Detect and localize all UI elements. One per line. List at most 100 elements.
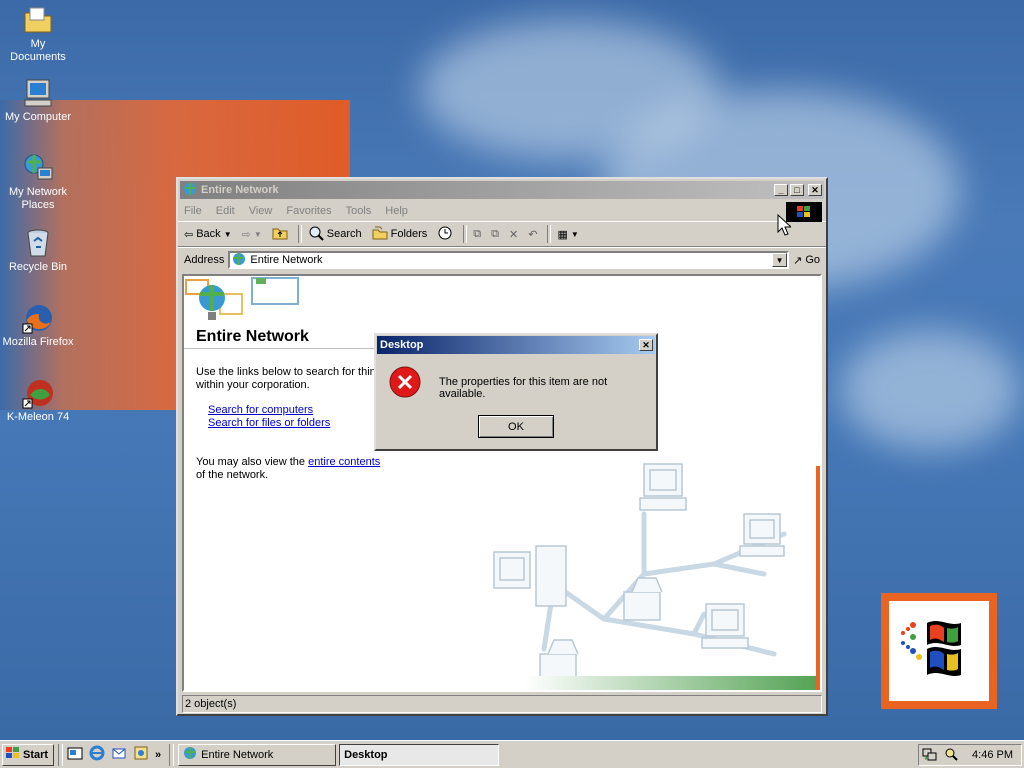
maximize-icon: □ — [794, 184, 800, 195]
back-button[interactable]: ⇦ Back ▼ — [184, 228, 232, 241]
menu-view[interactable]: View — [249, 205, 273, 217]
ok-label: OK — [508, 420, 524, 433]
address-bar: Address Entire Network ▼ ↗ Go — [178, 247, 826, 272]
up-folder-button[interactable] — [272, 226, 288, 243]
views-button[interactable]: ▦ ▼ — [557, 228, 578, 241]
globe-icon — [183, 746, 197, 763]
desktop-icon-my-computer[interactable]: My Computer — [0, 77, 76, 124]
error-icon — [389, 366, 421, 398]
search-computers-link[interactable]: Search for computers — [208, 404, 313, 416]
throbber-windows-logo — [786, 202, 822, 222]
error-dialog[interactable]: Desktop ✕ The properties for this item a… — [374, 333, 658, 451]
entire-contents-link[interactable]: entire contents — [308, 456, 380, 468]
address-input[interactable]: Entire Network ▼ — [228, 251, 790, 269]
view-contents-text: You may also view the entire contents of… — [196, 456, 380, 482]
desktop-icon-recycle-bin[interactable]: Recycle Bin — [0, 227, 76, 274]
chevron-down-icon: ▼ — [570, 229, 579, 239]
up-folder-icon — [272, 226, 288, 243]
chevron-down-icon[interactable]: ▼ — [254, 230, 262, 239]
window-title: Entire Network — [201, 184, 279, 196]
k-meleon-icon — [22, 377, 54, 409]
intro-line-2: within your corporation. — [196, 379, 310, 391]
go-arrow-icon: ↗ — [793, 254, 803, 267]
search-button[interactable]: Search — [308, 225, 362, 244]
system-tray: 4:46 PM — [918, 744, 1022, 766]
quicklaunch-more-icon[interactable]: » — [155, 749, 161, 761]
dialog-message: The properties for this item are not ava… — [439, 376, 608, 400]
menu-bar: File Edit View Favorites Tools Help — [178, 201, 826, 222]
start-button[interactable]: Start — [2, 743, 54, 766]
desktop-icon-my-network-places[interactable]: My Network Places — [0, 152, 76, 212]
taskbar-separator — [169, 743, 175, 766]
desktop-icon-my-documents[interactable]: My Documents — [0, 4, 76, 64]
ok-button[interactable]: OK — [478, 415, 554, 438]
views-grid-icon: ▦ — [557, 228, 568, 241]
search-icon — [308, 225, 324, 244]
taskbar: Start » Entire Network Desktop 4:46 PM — [0, 740, 1024, 768]
desktop-icon-mozilla-firefox[interactable]: Mozilla Firefox — [0, 302, 76, 349]
computer-icon — [22, 77, 54, 109]
desktop-icon-k-meleon[interactable]: K-Meleon 74 — [0, 377, 76, 424]
firefox-icon — [22, 302, 54, 334]
view-suffix: of the network. — [196, 469, 269, 481]
back-arrow-icon: ⇦ — [184, 228, 194, 241]
intro-line-1: Use the links below to search for thing — [196, 366, 382, 378]
move-to-icon: ⧉ — [473, 227, 482, 240]
minimize-button[interactable]: _ — [774, 184, 788, 196]
menu-tools[interactable]: Tools — [346, 205, 372, 217]
menu-favorites[interactable]: Favorites — [286, 205, 331, 217]
address-label: Address — [184, 254, 225, 266]
copy-to-button[interactable]: ⧉ — [491, 228, 499, 241]
standard-toolbar: ⇦ Back ▼ ⇨ ▼ Search Folders ⧉ ⧉ ✕ ↶ ▦ ▼ — [178, 221, 826, 247]
task-desktop[interactable]: Desktop — [339, 743, 500, 766]
go-label: Go — [805, 254, 820, 266]
delete-icon: ✕ — [509, 228, 519, 241]
close-icon: ✕ — [642, 339, 650, 350]
minimize-icon: _ — [778, 184, 784, 195]
dialog-titlebar[interactable]: Desktop ✕ — [377, 336, 655, 354]
status-text: 2 object(s) — [185, 698, 237, 710]
go-button[interactable]: ↗ Go — [793, 254, 820, 267]
dialog-title: Desktop — [380, 339, 424, 351]
start-label: Start — [23, 748, 49, 761]
right-edge-accent — [816, 466, 820, 690]
show-desktop-icon[interactable] — [67, 745, 83, 764]
task-entire-network[interactable]: Entire Network — [178, 743, 337, 766]
media-player-icon[interactable] — [133, 745, 149, 764]
menu-file[interactable]: File — [184, 205, 202, 217]
move-to-button[interactable]: ⧉ — [473, 228, 481, 241]
outlook-express-icon[interactable] — [111, 745, 127, 764]
search-label: Search — [326, 228, 362, 240]
globe-icon — [232, 252, 246, 269]
forward-button[interactable]: ⇨ ▼ — [242, 228, 262, 241]
search-tray-icon[interactable] — [944, 747, 958, 764]
internet-explorer-icon[interactable] — [89, 745, 105, 764]
network-illustration — [493, 463, 820, 690]
chevron-down-icon[interactable]: ▼ — [224, 230, 232, 239]
menu-help[interactable]: Help — [385, 205, 408, 217]
undo-button[interactable]: ↶ — [528, 228, 537, 241]
explorer-titlebar[interactable]: Entire Network _ □ ✕ — [180, 181, 824, 199]
content-heading: Entire Network — [196, 328, 309, 345]
address-dropdown-button[interactable]: ▼ — [772, 253, 788, 267]
folder-documents-icon — [22, 4, 54, 36]
maximize-button[interactable]: □ — [790, 184, 804, 196]
history-button[interactable] — [437, 225, 453, 244]
search-links: Search for computers Search for files or… — [208, 404, 330, 430]
search-files-link[interactable]: Search for files or folders — [208, 417, 330, 429]
close-icon: ✕ — [811, 184, 819, 195]
folders-button[interactable]: Folders — [372, 226, 427, 243]
undo-icon: ↶ — [528, 228, 538, 241]
menu-edit[interactable]: Edit — [216, 205, 235, 217]
close-button[interactable]: ✕ — [808, 184, 822, 196]
dialog-close-button[interactable]: ✕ — [639, 339, 653, 351]
network-tray-icon[interactable] — [922, 747, 938, 764]
task-label: Entire Network — [201, 748, 274, 761]
network-globe-banner-icon — [185, 277, 299, 320]
globe-icon — [183, 182, 197, 199]
network-places-icon — [22, 152, 54, 184]
clock[interactable]: 4:46 PM — [972, 749, 1013, 761]
intro-text: Use the links below to search for thing … — [196, 366, 396, 392]
windows-flag-icon — [901, 621, 961, 676]
delete-button[interactable]: ✕ — [509, 228, 518, 241]
